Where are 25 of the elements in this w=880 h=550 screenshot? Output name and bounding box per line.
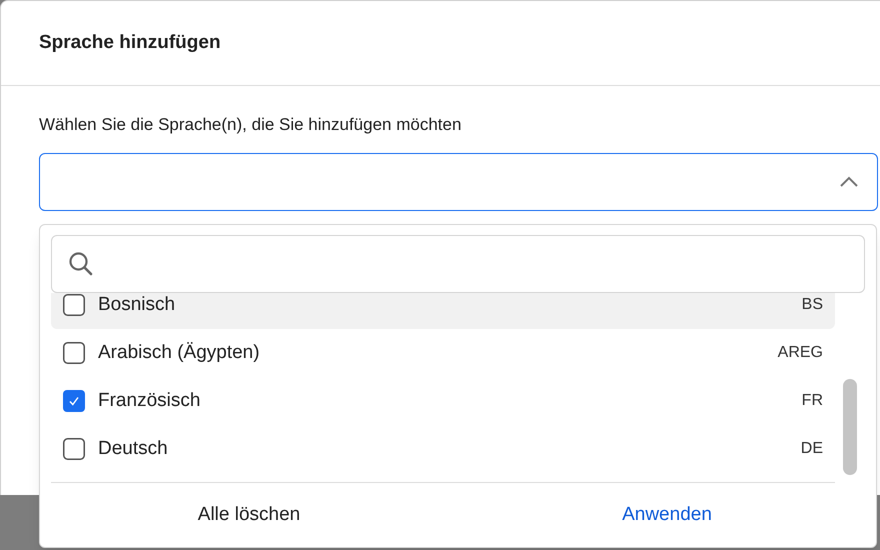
language-code: FR [802, 391, 823, 411]
scrollbar-thumb[interactable] [843, 379, 857, 475]
search-field[interactable] [51, 235, 865, 293]
checkbox[interactable] [63, 342, 85, 364]
language-name: Bosnisch [98, 293, 176, 317]
language-name: Französisch [98, 388, 202, 413]
footer-button[interactable]: Alle löschen [190, 496, 308, 534]
field-label: Wählen Sie die Sprache(n), die Sie hinzufügen möchten [39, 114, 462, 136]
language-name: Arabisch (Ägypten) [98, 340, 261, 365]
checkbox[interactable] [63, 438, 85, 460]
search-icon [68, 251, 94, 277]
language-name: Deutsch [98, 436, 169, 461]
language-select[interactable] [39, 152, 878, 210]
language-code: AREG [778, 343, 823, 363]
language-option[interactable]: Französisch FR [51, 377, 835, 425]
checkbox[interactable] [63, 294, 85, 316]
language-code: BS [802, 295, 823, 315]
checkbox[interactable] [63, 390, 85, 412]
dialog-title: Sprache hinzufügen [39, 30, 221, 55]
language-option[interactable]: Arabisch (Ägypten) AREG [51, 329, 835, 377]
language-option[interactable]: Bosnisch BS [51, 293, 835, 329]
chevron-up-icon [839, 176, 859, 188]
footer-button[interactable]: Anwenden [614, 496, 720, 534]
language-code: DE [800, 439, 823, 459]
language-option[interactable]: Deutsch DE [51, 425, 835, 473]
